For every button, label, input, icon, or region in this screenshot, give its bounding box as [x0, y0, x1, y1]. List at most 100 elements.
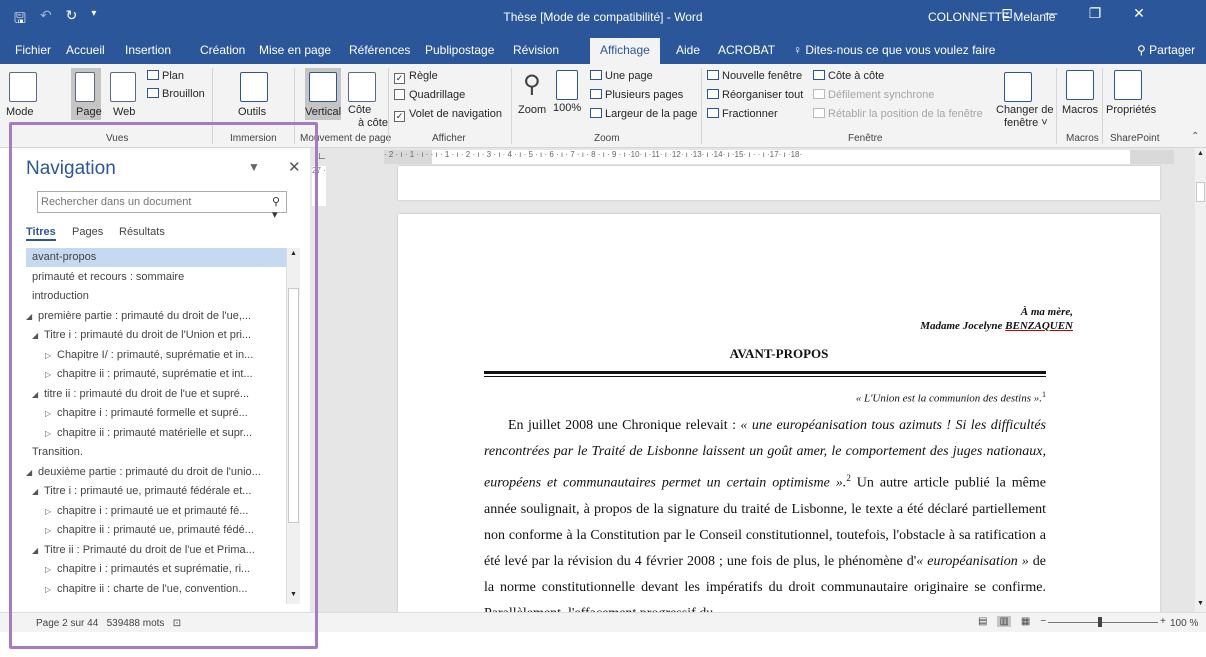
- page-view-button[interactable]: Page: [71, 68, 102, 120]
- document-page[interactable]: À ma mère, Madame Jocelyne BENZAQUEN AVA…: [398, 214, 1160, 612]
- tab-mise-en-page[interactable]: Mise en page: [259, 43, 331, 57]
- nav-heading-item[interactable]: ◢ deuxième partie : primauté du droit de …: [26, 463, 286, 482]
- expand-arrow-icon[interactable]: ▷: [45, 424, 57, 443]
- properties-icon[interactable]: [1114, 70, 1142, 100]
- scrollbar-thumb[interactable]: [288, 288, 299, 523]
- nav-heading-item[interactable]: ◢ Titre i : primauté du droit de l'Union …: [26, 326, 286, 345]
- tab-references[interactable]: Références: [349, 43, 410, 57]
- side-to-side-button[interactable]: Côte: [348, 104, 371, 116]
- search-input[interactable]: [41, 194, 261, 210]
- side-to-side-icon[interactable]: [348, 72, 376, 102]
- outline-button[interactable]: Plan: [147, 70, 184, 82]
- ribbon-display-icon[interactable]: ⊡: [985, 6, 1029, 22]
- nav-heading-item[interactable]: ▷ chapitre i : primauté ue et primauté fé…: [26, 502, 286, 521]
- tab-fichier[interactable]: Fichier: [15, 43, 51, 57]
- web-layout-button[interactable]: Web: [113, 106, 135, 118]
- expand-arrow-icon[interactable]: ▷: [45, 580, 57, 599]
- maximize-icon[interactable]: ❐: [1073, 6, 1117, 22]
- tab-resultats[interactable]: Résultats: [119, 226, 165, 238]
- nav-heading-item[interactable]: ▷ chapitre i : primauté formelle et supré…: [26, 404, 286, 423]
- nav-heading-item[interactable]: ▷ chapitre ii : charte de l'ue, conventio…: [26, 580, 286, 599]
- macros-icon[interactable]: [1066, 70, 1094, 100]
- collapse-arrow-icon[interactable]: ◢: [32, 482, 44, 501]
- collapse-arrow-icon[interactable]: ◢: [26, 463, 38, 482]
- zoom-button[interactable]: Zoom: [518, 104, 546, 116]
- one-page-button[interactable]: Une page: [590, 70, 653, 82]
- sync-scroll-button[interactable]: Défilement synchrone: [813, 89, 934, 101]
- web-layout-view-icon[interactable]: ▦: [1021, 616, 1030, 627]
- proofing-icon[interactable]: ⊡: [173, 618, 181, 629]
- collapse-arrow-icon[interactable]: ◢: [26, 307, 38, 326]
- share-button[interactable]: ⚲ Partager: [1137, 43, 1195, 57]
- task-pane-options-icon[interactable]: ▼: [248, 160, 260, 174]
- navigation-pane-checkbox[interactable]: ✓ Volet de navigation: [394, 108, 502, 122]
- tab-insertion[interactable]: Insertion: [125, 43, 171, 57]
- zoom-level[interactable]: 100 %: [1170, 618, 1198, 629]
- search-box[interactable]: ⚲ ▾: [37, 191, 287, 221]
- tab-revision[interactable]: Révision: [513, 43, 559, 57]
- word-count[interactable]: 539488 mots: [107, 618, 165, 629]
- side-by-side-button[interactable]: Côte à côte: [813, 70, 884, 82]
- tab-creation[interactable]: Création: [200, 43, 245, 57]
- nav-heading-item[interactable]: ◢ titre ii : primauté du droit de l'ue et…: [26, 385, 286, 404]
- tab-accueil[interactable]: Accueil: [66, 43, 105, 57]
- read-mode-view-icon[interactable]: ▤: [978, 616, 987, 627]
- collapse-arrow-icon[interactable]: ◢: [32, 326, 44, 345]
- arrange-all-button[interactable]: Réorganiser tout: [707, 89, 803, 101]
- document-scrollbar[interactable]: ▲ ▼: [1195, 148, 1206, 612]
- tree-scrollbar[interactable]: ▲ ▼: [286, 248, 300, 604]
- page-count[interactable]: Page 2 sur 44: [36, 618, 98, 629]
- multiple-pages-button[interactable]: Plusieurs pages: [590, 89, 683, 101]
- expand-arrow-icon[interactable]: ▷: [45, 521, 57, 540]
- scroll-up-icon[interactable]: ▲: [290, 250, 297, 257]
- close-icon[interactable]: ✕: [1117, 6, 1161, 22]
- expand-arrow-icon[interactable]: ▷: [45, 502, 57, 521]
- new-window-button[interactable]: Nouvelle fenêtre: [707, 70, 802, 82]
- switch-windows-button[interactable]: Changer de: [996, 104, 1054, 116]
- web-layout-icon[interactable]: [110, 72, 136, 102]
- learning-tools-icon[interactable]: [240, 72, 268, 102]
- expand-arrow-icon[interactable]: ▷: [45, 404, 57, 423]
- nav-heading-item[interactable]: ◢ Titre ii : Primauté du droit de l'ue et…: [26, 541, 286, 560]
- gridlines-checkbox[interactable]: Quadrillage: [394, 89, 465, 101]
- nav-heading-item[interactable]: ◢ Titre i : primauté ue, primauté fédéral…: [26, 482, 286, 501]
- zoom-icon[interactable]: ⚲: [523, 70, 541, 98]
- tab-titres[interactable]: Titres: [26, 226, 56, 241]
- read-mode-icon[interactable]: [9, 72, 37, 102]
- scroll-up-icon[interactable]: ▲: [1197, 150, 1204, 157]
- nav-heading-item[interactable]: ▷ chapitre ii : primauté, suprématie et i…: [26, 365, 286, 384]
- learning-tools-button[interactable]: Outils: [238, 106, 266, 118]
- nav-heading-item[interactable]: introduction: [26, 287, 286, 306]
- nav-heading-item[interactable]: ▷ chapitre i : primautés et suprématie, r…: [26, 560, 286, 579]
- nav-heading-item[interactable]: ◢ première partie : primauté du droit de …: [26, 307, 286, 326]
- vertical-ruler[interactable]: 27 ·: [312, 166, 326, 206]
- expand-arrow-icon[interactable]: ▷: [45, 560, 57, 579]
- nav-heading-item[interactable]: ▷ Chapitre I/ : primauté, suprématie et i…: [26, 346, 286, 365]
- collapse-ribbon-icon[interactable]: ⌃: [1191, 131, 1199, 142]
- tab-selector-icon[interactable]: ∟: [317, 151, 327, 162]
- reset-window-position-button[interactable]: Rétablir la position de la fenêtre: [813, 108, 983, 120]
- tab-aide[interactable]: Aide: [676, 43, 700, 57]
- horizontal-ruler[interactable]: · 2 · ı · 1 · ı · · ı · 1 · ı · 2 · ı · …: [384, 150, 1174, 164]
- tab-publipostage[interactable]: Publipostage: [425, 43, 494, 57]
- nav-heading-item[interactable]: Transition.: [26, 443, 286, 462]
- nav-heading-item[interactable]: ▷ chapitre ii : primauté ue, primauté féd…: [26, 521, 286, 540]
- read-mode-button[interactable]: Mode: [6, 106, 34, 118]
- zoom-slider-thumb[interactable]: [1098, 617, 1102, 627]
- zoom-100-icon[interactable]: [556, 70, 578, 100]
- expand-arrow-icon[interactable]: ▷: [45, 365, 57, 384]
- ruler-checkbox[interactable]: ✓ Règle: [394, 70, 438, 84]
- print-layout-view-icon[interactable]: ▥: [997, 616, 1011, 627]
- nav-heading-item[interactable]: ▷ chapitre ii : primauté matérielle et su…: [26, 424, 286, 443]
- scroll-down-icon[interactable]: ▼: [290, 591, 297, 598]
- close-icon[interactable]: ✕: [288, 158, 301, 176]
- scroll-down-icon[interactable]: ▼: [1197, 600, 1204, 607]
- tab-affichage[interactable]: Affichage: [590, 38, 660, 64]
- collapse-arrow-icon[interactable]: ◢: [32, 541, 44, 560]
- split-button[interactable]: Fractionner: [707, 108, 778, 120]
- zoom-out-icon[interactable]: −: [1040, 616, 1046, 627]
- tab-pages[interactable]: Pages: [72, 226, 103, 238]
- tell-me-box[interactable]: ♀ Dites-nous ce que vous voulez faire: [793, 43, 995, 57]
- search-icon[interactable]: ⚲ ▾: [272, 195, 286, 221]
- page-width-button[interactable]: Largeur de la page: [590, 108, 697, 120]
